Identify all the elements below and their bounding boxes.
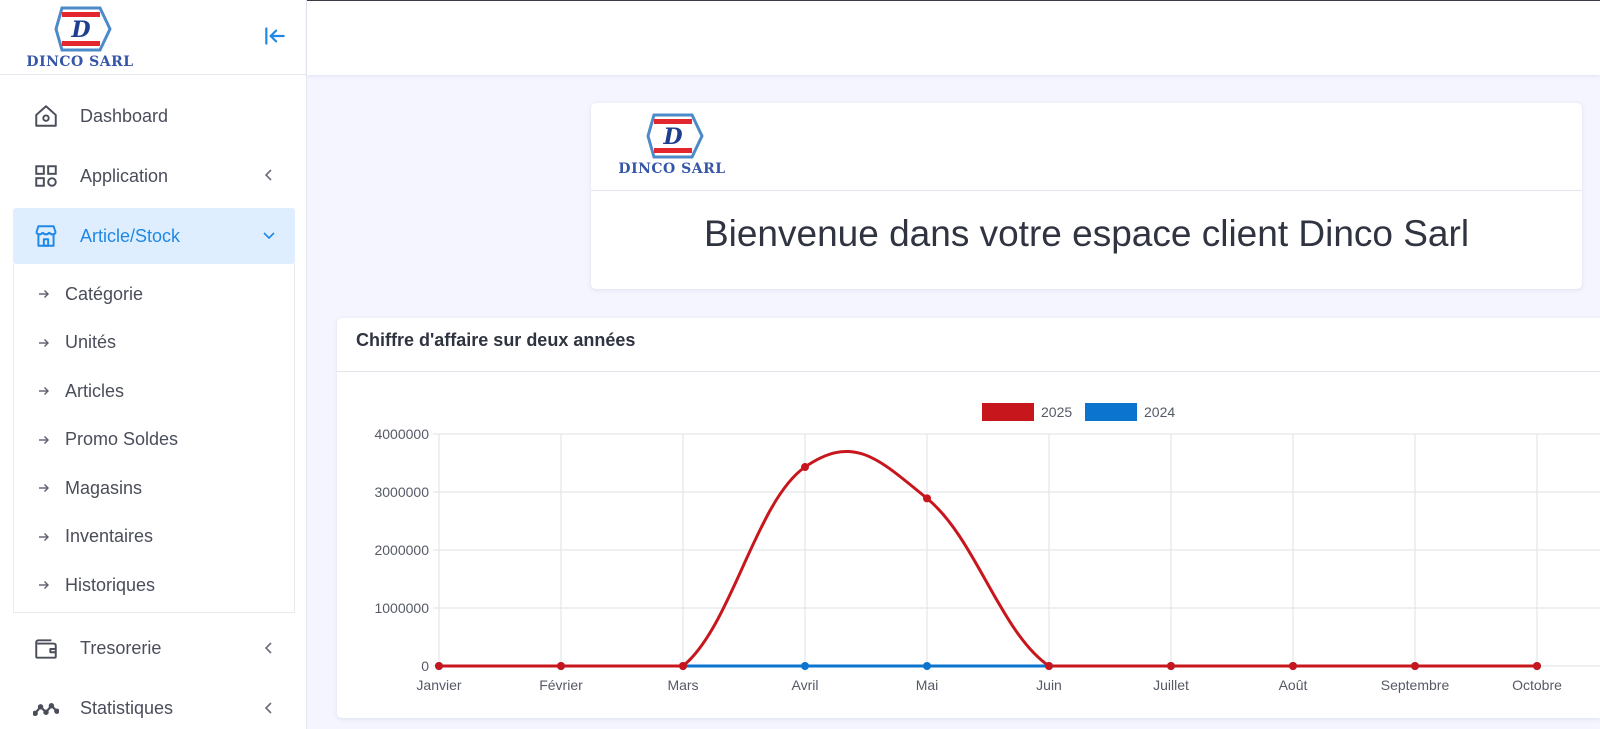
arrow-right-icon bbox=[37, 287, 51, 301]
chart-title: Chiffre d'affaire sur deux années bbox=[356, 330, 636, 350]
collapse-left-icon[interactable] bbox=[262, 23, 288, 49]
legend-label: 2024 bbox=[1144, 404, 1175, 420]
chevron-down-icon bbox=[261, 227, 277, 243]
logo-emblem-icon: D bbox=[646, 113, 704, 159]
brand-logo: D DINCO SARL bbox=[610, 111, 734, 177]
data-point-2025 bbox=[679, 662, 687, 670]
submenu-item-historiques[interactable]: Historiques bbox=[14, 561, 294, 610]
arrow-right-icon bbox=[37, 433, 51, 447]
x-tick-label: Mai bbox=[916, 677, 939, 693]
data-point-2025 bbox=[1411, 662, 1419, 670]
chevron-left-icon bbox=[261, 700, 277, 716]
data-point-2024 bbox=[923, 662, 931, 670]
store-icon bbox=[33, 223, 59, 249]
data-point-2025 bbox=[435, 662, 443, 670]
legend-swatch bbox=[982, 403, 1034, 421]
data-point-2025 bbox=[1289, 662, 1297, 670]
home-icon bbox=[33, 103, 59, 129]
submenu-item-label: Articles bbox=[65, 380, 125, 401]
submenu-item-articles[interactable]: Articles bbox=[14, 367, 294, 416]
y-tick-label: 0 bbox=[421, 658, 429, 674]
data-point-2025 bbox=[1045, 662, 1053, 670]
sidebar-item-label: Application bbox=[80, 165, 169, 186]
data-point-2025 bbox=[1533, 662, 1541, 670]
submenu-item-label: Catégorie bbox=[65, 283, 144, 304]
x-tick-label: Mars bbox=[667, 677, 698, 693]
data-point-2025 bbox=[923, 494, 931, 503]
logo-letter: D bbox=[70, 17, 90, 43]
y-tick-label: 2000000 bbox=[374, 542, 429, 558]
submenu-item-inventaires[interactable]: Inventaires bbox=[14, 513, 294, 562]
sidebar: D DINCO SARL Dashboard Application Artic… bbox=[0, 0, 307, 729]
data-point-2025 bbox=[557, 662, 565, 670]
chart-card-header: Chiffre d'affaire sur deux années bbox=[337, 318, 1600, 372]
legend-swatch bbox=[1085, 403, 1137, 421]
sidebar-item-label: Tresorerie bbox=[80, 638, 162, 658]
x-tick-label: Janvier bbox=[416, 677, 461, 693]
wallet-icon bbox=[33, 636, 59, 662]
sidebar-header: D DINCO SARL bbox=[0, 0, 306, 75]
sidebar-item-statistiques[interactable]: Statistiques bbox=[13, 681, 295, 729]
revenue-line-chart: 0 1000000 2000000 3000000 4000000 Janvier Févr… bbox=[374, 403, 1600, 693]
sidebar-item-label: Statistiques bbox=[80, 698, 174, 718]
submenu-item-label: Inventaires bbox=[65, 526, 154, 547]
data-point-2025 bbox=[801, 463, 809, 472]
page-title: Bienvenue dans votre espace client Dinco… bbox=[703, 213, 1470, 254]
data-point-2025 bbox=[1167, 662, 1175, 670]
y-tick-label: 1000000 bbox=[374, 600, 429, 616]
series-line-2025 bbox=[438, 449, 1537, 668]
sidebar-item-article-stock[interactable]: Article/Stock bbox=[13, 208, 295, 264]
arrow-right-icon bbox=[37, 336, 51, 350]
x-tick-label: Septembre bbox=[1381, 677, 1450, 693]
trend-icon bbox=[33, 696, 59, 722]
submenu-item-label: Unités bbox=[65, 332, 117, 353]
arrow-right-icon bbox=[37, 384, 51, 398]
x-tick-label: Février bbox=[539, 677, 583, 693]
submenu-item-magasins[interactable]: Magasins bbox=[14, 464, 294, 513]
submenu-item-label: Historiques bbox=[65, 574, 156, 595]
x-tick-label: Juin bbox=[1036, 677, 1062, 693]
top-navbar bbox=[307, 0, 1600, 75]
brand-logo[interactable]: D DINCO SARL bbox=[18, 4, 142, 70]
grid-icon bbox=[33, 163, 59, 189]
y-tick-label: 3000000 bbox=[374, 484, 429, 500]
arrow-right-icon bbox=[37, 530, 51, 544]
sidebar-item-label: Dashboard bbox=[80, 105, 169, 126]
chevron-left-icon bbox=[261, 640, 277, 656]
submenu-item-unites[interactable]: Unités bbox=[14, 319, 294, 368]
x-tick-label: Avril bbox=[792, 677, 819, 693]
submenu-item-label: Magasins bbox=[65, 477, 143, 498]
logo-letter: D bbox=[662, 124, 682, 150]
x-tick-label: Octobre bbox=[1512, 677, 1562, 693]
submenu-item-label: Promo Soldes bbox=[65, 429, 179, 450]
submenu-item-promo-soldes[interactable]: Promo Soldes bbox=[14, 416, 294, 465]
legend-label: 2025 bbox=[1041, 404, 1072, 420]
arrow-right-icon bbox=[37, 481, 51, 495]
welcome-card: D DINCO SARL Bienvenue dans votre espace… bbox=[591, 103, 1582, 289]
arrow-right-icon bbox=[37, 578, 51, 592]
revenue-chart-card: Chiffre d'affaire sur deux années 0 10000… bbox=[337, 318, 1600, 718]
logo-emblem-icon: D bbox=[54, 6, 112, 52]
sidebar-item-label: Article/Stock bbox=[80, 225, 181, 246]
x-tick-label: Juillet bbox=[1153, 677, 1189, 693]
welcome-card-header: D DINCO SARL bbox=[591, 103, 1582, 191]
brand-name: DINCO SARL bbox=[618, 161, 726, 177]
x-tick-label: Août bbox=[1279, 677, 1308, 693]
brand-name: DINCO SARL bbox=[26, 54, 134, 70]
data-point-2024 bbox=[801, 662, 809, 670]
submenu-article-stock: Catégorie Unités Articles Promo Soldes M… bbox=[13, 264, 295, 613]
submenu-item-categorie[interactable]: Catégorie bbox=[14, 270, 294, 319]
sidebar-item-dashboard[interactable]: Dashboard bbox=[13, 88, 295, 144]
sidebar-item-tresorerie[interactable]: Tresorerie bbox=[13, 621, 295, 677]
sidebar-menu: Dashboard Application Article/Stock Caté… bbox=[13, 88, 295, 729]
y-tick-label: 4000000 bbox=[374, 426, 429, 442]
sidebar-item-application[interactable]: Application bbox=[13, 148, 295, 204]
chevron-left-icon bbox=[261, 167, 277, 183]
